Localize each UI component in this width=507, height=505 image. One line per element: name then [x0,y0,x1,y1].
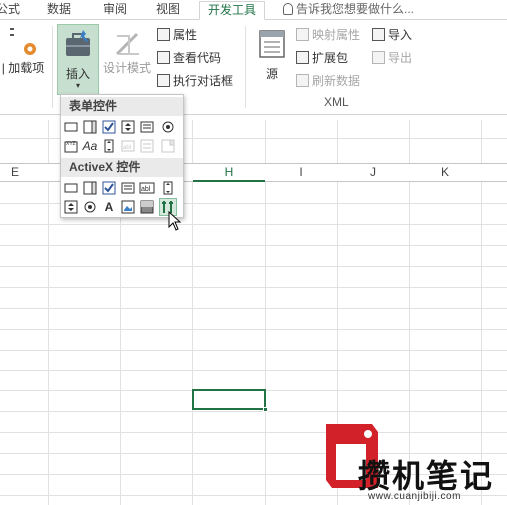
grid-line [0,411,507,412]
form-controls-header: 表单控件 [61,97,183,116]
grid-line [0,329,507,330]
activex-scroll-bar-icon[interactable] [160,180,176,196]
column-header[interactable]: E [8,165,22,179]
form-scroll-bar-icon[interactable] [101,138,117,154]
export-icon [372,51,385,64]
tab-review[interactable]: 审阅 [103,1,127,20]
form-option-button-icon[interactable] [160,119,176,135]
column-header[interactable]: J [366,165,380,179]
activex-combo-box-icon[interactable] [82,180,98,196]
svg-text:abl: abl [141,186,151,193]
export-label: 导出 [388,51,413,65]
view-code-icon [157,51,170,64]
form-group-box-icon[interactable]: XYZ [63,138,79,154]
tab-data[interactable]: 数据 [47,1,71,20]
tab-developer[interactable]: 开发工具 [199,1,266,20]
form-list-box-icon[interactable] [139,119,155,135]
grid-line [0,350,507,351]
view-code-label: 查看代码 [173,51,222,65]
addins-label: 加载项 [8,61,45,75]
design-mode-button[interactable]: 设计模式 [102,22,152,76]
column-header[interactable]: K [438,165,452,179]
activex-list-box-icon[interactable] [120,180,136,196]
form-combo-dropdown-edit-icon[interactable] [160,138,176,154]
activex-spin-button-icon[interactable] [63,199,79,215]
insert-controls-dropdown: 表单控件 XYZ Aa abl ActiveX 控件 abl A [60,94,184,218]
ribbon-separator [245,26,246,108]
import-button[interactable]: 导入 [372,26,412,44]
ribbon-tabs: 公式 数据 审阅 视图 开发工具 告诉我您想要做什么... [0,0,507,20]
activex-text-box-icon[interactable]: abl [139,180,155,196]
svg-text:abl: abl [123,145,131,151]
chevron-down-icon: ▾ [75,81,80,90]
properties-button[interactable]: 属性 [157,26,197,44]
properties-icon [157,28,170,41]
activex-image-icon[interactable] [120,199,136,215]
activex-label-icon[interactable]: A [101,199,117,215]
insert-label: 插入 [65,67,90,81]
map-properties-icon [296,28,309,41]
activex-toggle-button-icon[interactable] [139,199,155,215]
form-label-icon[interactable]: Aa [82,138,98,154]
grid-line [0,370,507,371]
run-dialog-button[interactable]: 执行对话框 [157,72,233,90]
fill-handle[interactable] [263,407,268,412]
source-label: 源 [265,67,278,81]
refresh-data-icon [296,74,309,87]
grid-line [0,266,507,267]
refresh-data-label: 刷新数据 [312,74,361,88]
form-spin-button-icon[interactable] [120,119,136,135]
column-header[interactable]: I [294,165,308,179]
run-dialog-label: 执行对话框 [173,74,234,88]
tab-view[interactable]: 视图 [156,1,180,20]
properties-label: 属性 [173,28,198,42]
xml-group-label: XML [324,95,349,109]
addins-icon [10,28,36,55]
form-button-icon[interactable] [63,119,79,135]
expansion-packs-button[interactable]: 扩展包 [296,49,348,67]
import-icon [372,28,385,41]
watermark: 攒机笔记 www.cuanjibiji.com [324,421,507,505]
insert-controls-button[interactable]: 插入 ▾ [57,24,99,95]
activex-option-button-icon[interactable] [82,199,98,215]
tab-formulas[interactable]: 公式 [0,1,20,20]
toolbox-icon [66,30,90,56]
ribbon-separator [52,26,53,108]
svg-text:XYZ: XYZ [66,141,76,147]
map-properties-label: 映射属性 [312,28,361,42]
mouse-cursor-icon [168,211,182,231]
design-mode-icon [115,32,139,56]
form-text-field-icon[interactable]: abl [120,138,136,154]
tell-me-search[interactable]: 告诉我您想要做什么... [283,1,414,19]
form-check-box-icon[interactable] [101,119,117,135]
activex-controls-header: ActiveX 控件 [61,158,183,177]
watermark-url: www.cuanjibiji.com [368,491,461,502]
source-button[interactable]: 源 [252,22,292,82]
grid-line [0,308,507,309]
expansion-packs-icon [296,51,309,64]
refresh-data-button[interactable]: 刷新数据 [296,72,360,90]
grid-line [0,287,507,288]
lightbulb-icon [283,3,293,15]
export-button[interactable]: 导出 [372,49,412,67]
selected-column-indicator [193,180,265,182]
tell-me-text: 告诉我您想要做什么... [296,2,415,16]
map-properties-button[interactable]: 映射属性 [296,26,360,44]
activex-command-button-icon[interactable] [63,180,79,196]
design-mode-label: 设计模式 [102,61,151,75]
column-header-selected[interactable]: H [222,165,236,179]
expansion-packs-label: 扩展包 [312,51,349,65]
xml-source-icon [259,30,285,58]
run-dialog-icon [157,74,170,87]
selected-cell[interactable] [192,389,268,412]
form-combo-list-edit-icon[interactable] [139,138,155,154]
activex-check-box-icon[interactable] [101,180,117,196]
addins-button[interactable]: | 加载项 [0,22,48,76]
grid-line [0,245,507,246]
view-code-button[interactable]: 查看代码 [157,49,221,67]
form-combo-box-icon[interactable] [82,119,98,135]
grid-line [0,224,507,225]
import-label: 导入 [388,28,413,42]
